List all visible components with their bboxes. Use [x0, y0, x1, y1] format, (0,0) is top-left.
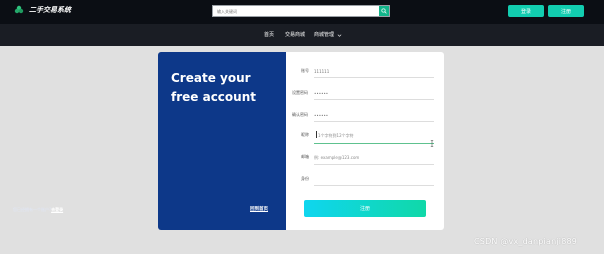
field-divider [314, 121, 434, 122]
email-input[interactable] [314, 152, 434, 162]
nav-item-manage[interactable]: 商城管理 [314, 31, 342, 39]
logo-text: 二手交易系统 [29, 6, 71, 14]
leaf-logo-icon [14, 5, 24, 14]
nav-item-label: 商城管理 [314, 32, 335, 38]
search-button[interactable] [379, 6, 389, 16]
nav-item-market[interactable]: 交易商城 [285, 31, 305, 39]
top-header: 二手交易系统 登录 注册 [0, 0, 604, 24]
field-divider [314, 164, 434, 165]
search-icon [381, 8, 387, 14]
main-nav: 首页 交易商城 商城管理 [0, 24, 604, 46]
account-label: 账号 [301, 68, 309, 73]
search-box [212, 5, 390, 17]
password-input[interactable] [314, 88, 434, 98]
nickname-input[interactable] [318, 130, 428, 140]
search-input[interactable] [213, 6, 379, 16]
go-login-link[interactable]: 去登录 [51, 207, 63, 212]
identity-input[interactable] [314, 174, 434, 184]
field-divider-active [314, 143, 434, 144]
nav-item-label: 交易商城 [285, 32, 306, 38]
site-logo[interactable]: 二手交易系统 [14, 5, 71, 15]
chevron-down-icon [337, 33, 342, 37]
field-divider [314, 77, 434, 78]
login-button[interactable]: 登录 [508, 5, 544, 17]
nav-item-home[interactable]: 首页 [264, 31, 274, 39]
back-home-link[interactable]: 回到首页 [250, 207, 268, 213]
already-text: 您已经拥有一个账户? [13, 207, 52, 212]
field-divider [314, 185, 434, 186]
already-have-account: 您已经拥有一个账户?去登录 [13, 207, 63, 213]
drag-handle-icon[interactable] [430, 140, 434, 147]
identity-label: 身份 [301, 176, 309, 181]
confirm-password-label: 确认密码 [292, 112, 308, 117]
register-button[interactable]: 注册 [548, 5, 584, 17]
email-label: 邮箱 [301, 154, 309, 159]
confirm-password-input[interactable] [314, 110, 434, 120]
field-divider [314, 99, 434, 100]
text-cursor [316, 131, 317, 138]
nickname-label: 昵称 [301, 132, 309, 137]
watermark-text: CSDN @vx_danpianji889 [474, 237, 578, 246]
submit-register-button[interactable]: 注册 [304, 200, 426, 217]
promo-panel: Create your free account [158, 52, 286, 230]
nav-item-label: 首页 [264, 32, 275, 38]
password-label: 设置密码 [292, 90, 308, 95]
account-input[interactable] [314, 66, 434, 76]
promo-title: Create your free account [171, 71, 256, 104]
